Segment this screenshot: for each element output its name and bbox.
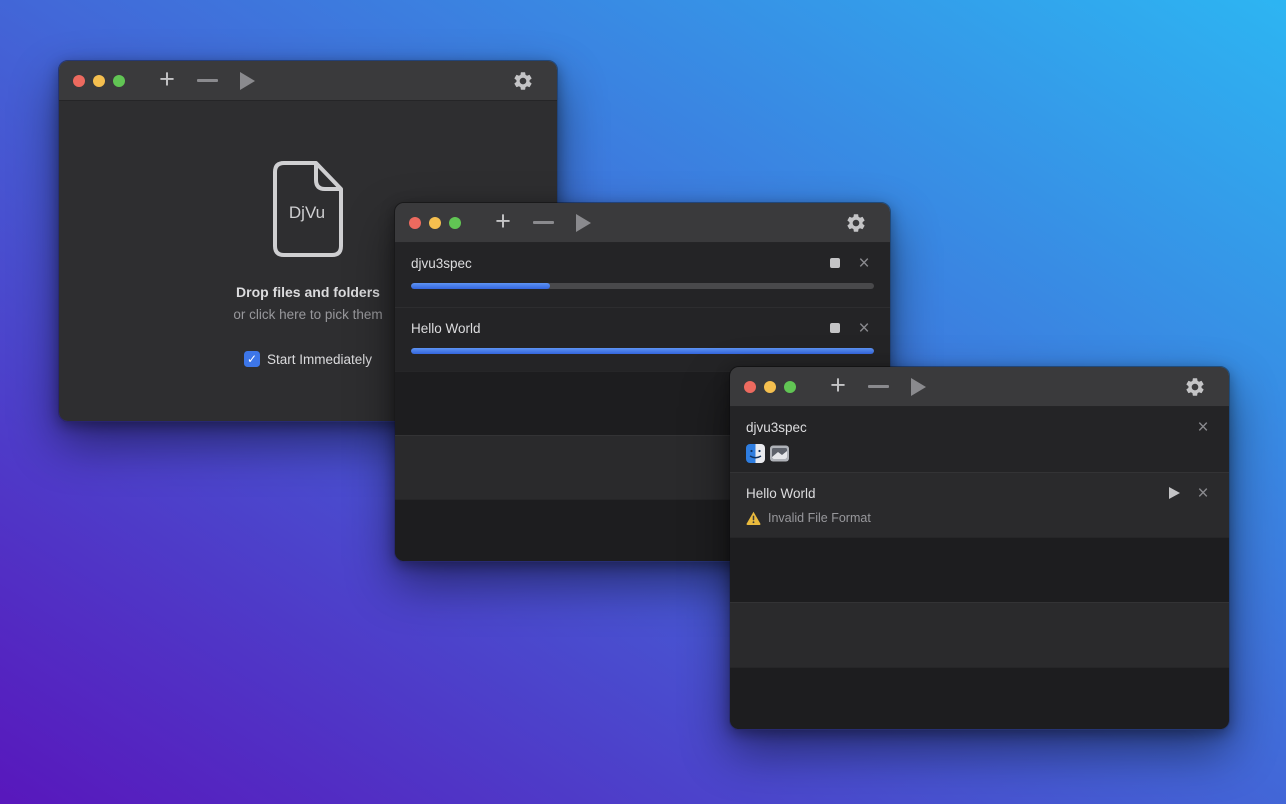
empty-row bbox=[730, 537, 1229, 602]
status-text: Invalid File Format bbox=[768, 511, 871, 525]
start-all-button[interactable] bbox=[563, 203, 603, 243]
task-title: Hello World bbox=[411, 321, 481, 336]
minimize-window-button[interactable] bbox=[93, 75, 105, 87]
play-icon bbox=[240, 72, 255, 90]
stop-task-button[interactable] bbox=[825, 253, 845, 273]
add-files-button[interactable]: + bbox=[483, 203, 523, 243]
remove-task-button[interactable]: × bbox=[1193, 483, 1213, 503]
titlebar-toolbar[interactable]: + bbox=[730, 367, 1229, 407]
remove-files-button[interactable] bbox=[858, 367, 898, 407]
remove-task-button[interactable]: × bbox=[854, 253, 874, 273]
plus-icon: + bbox=[495, 208, 511, 235]
window-results: + djvu3spec × bbox=[729, 366, 1230, 730]
empty-row bbox=[730, 602, 1229, 667]
progress-bar bbox=[411, 283, 874, 289]
plus-icon: + bbox=[830, 372, 846, 399]
settings-button[interactable] bbox=[836, 203, 876, 243]
stop-icon bbox=[830, 323, 840, 333]
close-window-button[interactable] bbox=[73, 75, 85, 87]
stop-task-button[interactable] bbox=[825, 318, 845, 338]
close-icon: × bbox=[858, 319, 869, 338]
task-row: djvu3spec × bbox=[395, 243, 890, 307]
checkmark-icon: ✓ bbox=[247, 353, 257, 365]
start-immediately-checkbox[interactable]: ✓ Start Immediately bbox=[244, 351, 372, 367]
task-title: djvu3spec bbox=[746, 420, 807, 435]
minus-icon bbox=[533, 221, 554, 224]
checkbox-box[interactable]: ✓ bbox=[244, 351, 260, 367]
window-controls bbox=[744, 381, 796, 393]
start-task-button[interactable] bbox=[1164, 483, 1184, 503]
play-icon bbox=[911, 378, 926, 396]
desktop-background: + DjVu Drop files and folders or click h… bbox=[0, 0, 1286, 804]
remove-files-button[interactable] bbox=[187, 61, 227, 101]
close-icon: × bbox=[1197, 484, 1208, 503]
minimize-window-button[interactable] bbox=[429, 217, 441, 229]
task-title: djvu3spec bbox=[411, 256, 472, 271]
djvu-file-icon: DjVu bbox=[271, 160, 345, 258]
start-all-button[interactable] bbox=[898, 367, 938, 407]
progress-fill bbox=[411, 283, 550, 289]
play-icon bbox=[1169, 487, 1180, 499]
stop-icon bbox=[830, 258, 840, 268]
task-row: Hello World × bbox=[395, 307, 890, 371]
progress-fill bbox=[411, 348, 874, 354]
titlebar-toolbar[interactable]: + bbox=[395, 203, 890, 243]
window-controls bbox=[409, 217, 461, 229]
task-row: djvu3spec × bbox=[730, 407, 1229, 472]
gear-icon bbox=[845, 212, 867, 234]
minimize-window-button[interactable] bbox=[764, 381, 776, 393]
close-window-button[interactable] bbox=[409, 217, 421, 229]
finder-file-icon[interactable] bbox=[746, 444, 765, 463]
play-icon bbox=[576, 214, 591, 232]
empty-row bbox=[730, 667, 1229, 730]
remove-task-button[interactable]: × bbox=[1193, 417, 1213, 437]
task-list: djvu3spec × bbox=[730, 407, 1229, 729]
add-files-button[interactable]: + bbox=[147, 61, 187, 101]
zoom-window-button[interactable] bbox=[113, 75, 125, 87]
minus-icon bbox=[868, 385, 889, 388]
task-title: Hello World bbox=[746, 486, 816, 501]
task-status: Invalid File Format bbox=[746, 511, 1213, 525]
drop-zone-subtitle: or click here to pick them bbox=[233, 307, 382, 322]
add-files-button[interactable]: + bbox=[818, 367, 858, 407]
titlebar-toolbar[interactable]: + bbox=[59, 61, 557, 101]
remove-task-button[interactable]: × bbox=[854, 318, 874, 338]
file-badge-label: DjVu bbox=[289, 203, 325, 222]
image-file-icon[interactable] bbox=[770, 444, 789, 463]
warning-icon bbox=[746, 511, 761, 525]
start-all-button[interactable] bbox=[227, 61, 267, 101]
zoom-window-button[interactable] bbox=[449, 217, 461, 229]
settings-button[interactable] bbox=[503, 61, 543, 101]
remove-files-button[interactable] bbox=[523, 203, 563, 243]
close-icon: × bbox=[1197, 418, 1208, 437]
task-row: Hello World × Invalid File Format bbox=[730, 472, 1229, 537]
settings-button[interactable] bbox=[1175, 367, 1215, 407]
minus-icon bbox=[197, 79, 218, 82]
plus-icon: + bbox=[159, 66, 175, 93]
close-window-button[interactable] bbox=[744, 381, 756, 393]
zoom-window-button[interactable] bbox=[784, 381, 796, 393]
gear-icon bbox=[512, 70, 534, 92]
gear-icon bbox=[1184, 376, 1206, 398]
progress-bar bbox=[411, 348, 874, 354]
checkbox-label: Start Immediately bbox=[267, 352, 372, 367]
drop-zone-title: Drop files and folders bbox=[236, 284, 380, 300]
window-controls bbox=[73, 75, 125, 87]
close-icon: × bbox=[858, 254, 869, 273]
